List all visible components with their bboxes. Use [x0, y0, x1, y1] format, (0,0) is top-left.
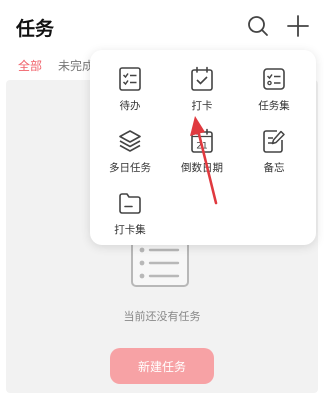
- menu-item-label: 多日任务: [109, 162, 151, 174]
- menu-item-checkin[interactable]: 打卡: [166, 66, 238, 124]
- menu-item-label: 打卡集: [114, 224, 146, 236]
- calendar-check-icon: [191, 66, 213, 91]
- menu-item-countdown[interactable]: 21 倒数日期: [166, 128, 238, 186]
- page-title: 任务: [16, 18, 55, 40]
- layers-icon: [119, 130, 141, 152]
- menu-item-memo[interactable]: 备忘: [238, 128, 310, 186]
- tab-incomplete[interactable]: 未完成: [58, 57, 94, 74]
- menu-item-label: 备忘: [263, 162, 285, 174]
- search-icon[interactable]: [246, 14, 270, 38]
- menu-item-checkin-set[interactable]: 打卡集: [94, 190, 166, 248]
- menu-item-label: 任务集: [258, 100, 290, 112]
- menu-item-label: 倒数日期: [181, 162, 223, 174]
- tab-all[interactable]: 全部: [18, 57, 42, 74]
- checklist-icon: [119, 67, 141, 91]
- menu-item-label: 打卡: [191, 100, 213, 112]
- memo-edit-icon: [263, 130, 285, 153]
- plus-icon[interactable]: [286, 14, 310, 38]
- menu-item-label: 待办: [119, 100, 141, 112]
- countdown-calendar-icon: 21: [191, 128, 213, 153]
- create-menu-popup: 待办 打卡 任务集 多日任务 21 倒数日期 备忘 打卡集: [90, 50, 316, 245]
- menu-item-todo[interactable]: 待办: [94, 66, 166, 124]
- task-set-icon: [263, 68, 285, 90]
- new-task-button[interactable]: 新建任务: [110, 348, 214, 384]
- menu-item-multi-day-task[interactable]: 多日任务: [94, 128, 166, 186]
- folder-icon: [119, 193, 141, 214]
- countdown-number: 21: [196, 142, 207, 152]
- empty-state-message: 当前还没有任务: [123, 310, 201, 323]
- header: 任务: [0, 0, 324, 52]
- menu-item-task-set[interactable]: 任务集: [238, 66, 310, 124]
